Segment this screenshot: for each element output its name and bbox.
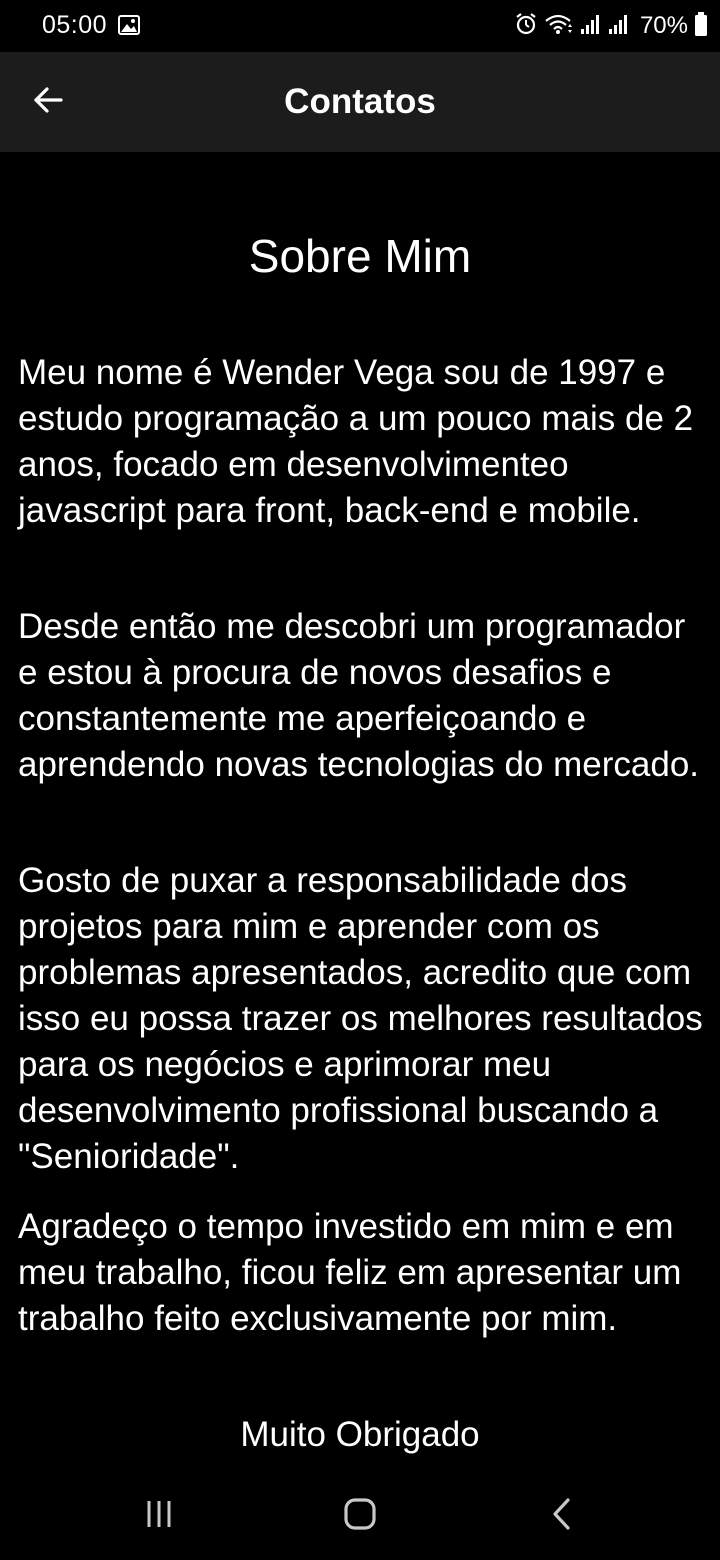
signal-icon — [580, 12, 602, 41]
about-paragraph: Gosto de puxar a responsabilidade dos pr… — [18, 861, 703, 1176]
section-heading: Sobre Mim — [248, 230, 472, 282]
nav-back-button[interactable] — [540, 1494, 584, 1538]
recents-icon — [143, 1498, 175, 1535]
about-paragraph: Agradeço o tempo investido em mim e em m… — [18, 1207, 682, 1338]
alarm-icon — [514, 12, 538, 41]
page-title: Contatos — [284, 82, 436, 121]
status-time: 05:00 — [42, 11, 108, 39]
status-bar: 05:00 70% — [0, 0, 720, 52]
signal-icon — [608, 12, 630, 41]
about-paragraph: Desde então me descobri um programador e… — [18, 607, 700, 784]
arrow-left-icon — [32, 84, 64, 121]
battery-percent: 70% — [639, 12, 688, 39]
image-icon — [118, 15, 140, 40]
status-icons: 70% — [514, 10, 708, 42]
back-icon — [548, 1497, 576, 1536]
about-paragraph: Meu nome é Wender Vega sou de 1997 e est… — [18, 353, 694, 530]
home-icon — [343, 1497, 377, 1536]
home-button[interactable] — [338, 1494, 382, 1538]
system-nav-bar — [0, 1472, 720, 1560]
battery-icon — [694, 11, 708, 42]
recents-button[interactable] — [137, 1494, 181, 1538]
wifi-icon — [544, 12, 574, 41]
back-button[interactable] — [22, 76, 74, 128]
closing-text: Muito Obrigado — [240, 1415, 480, 1454]
app-bar: Contatos — [0, 52, 720, 152]
